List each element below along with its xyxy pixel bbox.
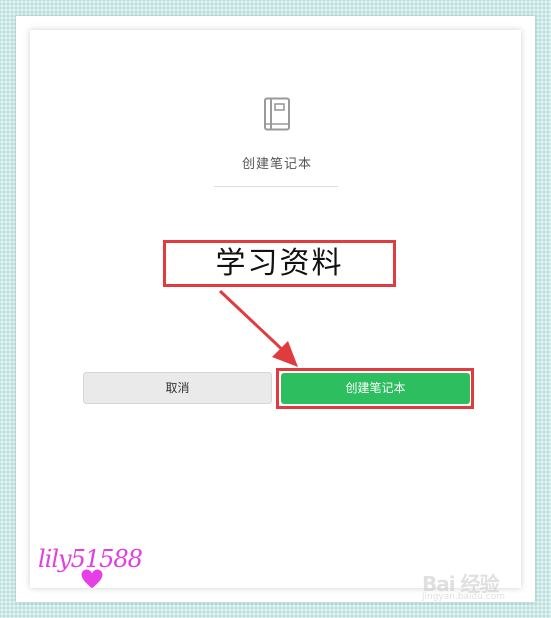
baidu-watermark: Bai 经验 jingyan.baidu.com <box>422 568 532 608</box>
annotation-arrow-icon <box>218 289 298 367</box>
cancel-button[interactable]: 取消 <box>83 372 272 404</box>
annotation-text: 学习资料 <box>215 246 344 281</box>
notebook-icon <box>264 97 290 131</box>
baidu-watermark-url: jingyan.baidu.com <box>422 592 506 602</box>
notebook-name-input[interactable] <box>214 168 338 187</box>
heart-icon <box>80 568 104 590</box>
create-notebook-button[interactable]: 创建笔记本 <box>281 373 470 404</box>
annotation-highlight-box: 学习资料 <box>163 240 396 287</box>
